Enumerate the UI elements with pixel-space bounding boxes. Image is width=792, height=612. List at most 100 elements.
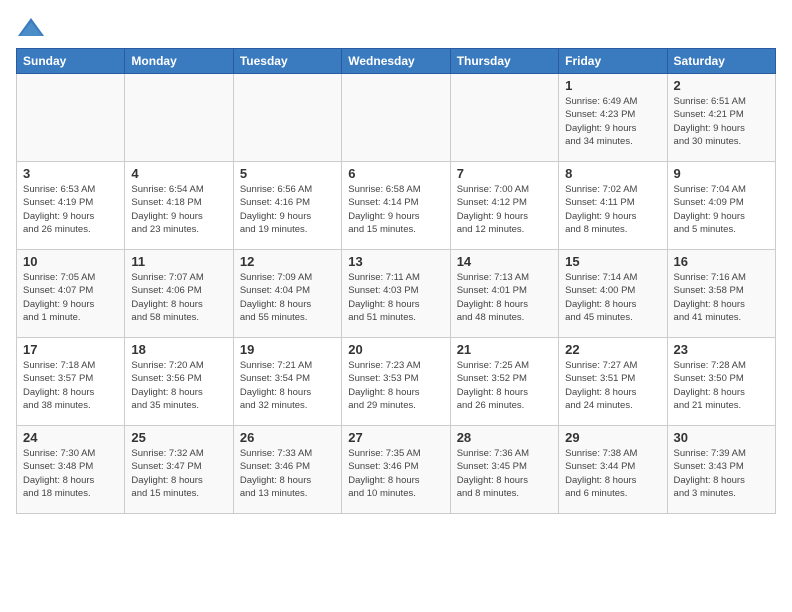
logo [16,16,50,40]
day-number: 22 [565,342,660,357]
day-info: Sunrise: 7:02 AM Sunset: 4:11 PM Dayligh… [565,183,660,236]
day-number: 26 [240,430,335,445]
day-info: Sunrise: 7:27 AM Sunset: 3:51 PM Dayligh… [565,359,660,412]
day-number: 8 [565,166,660,181]
calendar-cell: 9 Sunrise: 7:04 AM Sunset: 4:09 PM Daylig… [667,162,775,250]
calendar-cell: 3 Sunrise: 6:53 AM Sunset: 4:19 PM Daylig… [17,162,125,250]
day-number: 12 [240,254,335,269]
day-info: Sunrise: 7:20 AM Sunset: 3:56 PM Dayligh… [131,359,226,412]
day-info: Sunrise: 6:54 AM Sunset: 4:18 PM Dayligh… [131,183,226,236]
day-number: 4 [131,166,226,181]
calendar-cell: 19 Sunrise: 7:21 AM Sunset: 3:54 PM Dayli… [233,338,341,426]
calendar-cell: 6 Sunrise: 6:58 AM Sunset: 4:14 PM Daylig… [342,162,450,250]
calendar-cell: 15 Sunrise: 7:14 AM Sunset: 4:00 PM Dayli… [559,250,667,338]
weekday-header-monday: Monday [125,49,233,74]
day-info: Sunrise: 7:30 AM Sunset: 3:48 PM Dayligh… [23,447,118,500]
day-info: Sunrise: 7:14 AM Sunset: 4:00 PM Dayligh… [565,271,660,324]
day-info: Sunrise: 7:16 AM Sunset: 3:58 PM Dayligh… [674,271,769,324]
calendar-cell: 25Sunrise: 7:32 AM Sunset: 3:47 PM Dayli… [125,426,233,514]
week-row-3: 10 Sunrise: 7:05 AM Sunset: 4:07 PM Dayli… [17,250,776,338]
calendar-cell: 7 Sunrise: 7:00 AM Sunset: 4:12 PM Daylig… [450,162,558,250]
day-number: 15 [565,254,660,269]
weekday-header-saturday: Saturday [667,49,775,74]
calendar-cell: 18 Sunrise: 7:20 AM Sunset: 3:56 PM Dayli… [125,338,233,426]
calendar-cell [342,74,450,162]
day-info: Sunrise: 7:32 AM Sunset: 3:47 PM Dayligh… [131,447,226,500]
calendar-cell: 11 Sunrise: 7:07 AM Sunset: 4:06 PM Dayli… [125,250,233,338]
header [16,16,776,40]
calendar-cell: 22 Sunrise: 7:27 AM Sunset: 3:51 PM Dayli… [559,338,667,426]
calendar-cell: 30Sunrise: 7:39 AM Sunset: 3:43 PM Dayli… [667,426,775,514]
weekday-header-thursday: Thursday [450,49,558,74]
day-number: 9 [674,166,769,181]
day-number: 27 [348,430,443,445]
calendar-cell: 29Sunrise: 7:38 AM Sunset: 3:44 PM Dayli… [559,426,667,514]
calendar-cell [233,74,341,162]
day-number: 10 [23,254,118,269]
calendar-cell: 1Sunrise: 6:49 AM Sunset: 4:23 PM Daylig… [559,74,667,162]
day-number: 19 [240,342,335,357]
day-number: 21 [457,342,552,357]
day-info: Sunrise: 7:07 AM Sunset: 4:06 PM Dayligh… [131,271,226,324]
day-number: 6 [348,166,443,181]
calendar-body: 1Sunrise: 6:49 AM Sunset: 4:23 PM Daylig… [17,74,776,514]
calendar-cell: 27 Sunrise: 7:35 AM Sunset: 3:46 PM Dayli… [342,426,450,514]
day-number: 16 [674,254,769,269]
calendar-cell: 17 Sunrise: 7:18 AM Sunset: 3:57 PM Dayli… [17,338,125,426]
calendar-cell: 5 Sunrise: 6:56 AM Sunset: 4:16 PM Daylig… [233,162,341,250]
day-number: 28 [457,430,552,445]
day-number: 13 [348,254,443,269]
day-info: Sunrise: 7:35 AM Sunset: 3:46 PM Dayligh… [348,447,443,500]
day-number: 20 [348,342,443,357]
day-number: 11 [131,254,226,269]
weekday-header-sunday: Sunday [17,49,125,74]
calendar-cell: 16 Sunrise: 7:16 AM Sunset: 3:58 PM Dayli… [667,250,775,338]
day-number: 5 [240,166,335,181]
day-number: 18 [131,342,226,357]
day-info: Sunrise: 6:51 AM Sunset: 4:21 PM Dayligh… [674,95,769,148]
day-info: Sunrise: 7:18 AM Sunset: 3:57 PM Dayligh… [23,359,118,412]
calendar-cell: 24 Sunrise: 7:30 AM Sunset: 3:48 PM Dayli… [17,426,125,514]
day-info: Sunrise: 7:11 AM Sunset: 4:03 PM Dayligh… [348,271,443,324]
calendar-cell [125,74,233,162]
week-row-1: 1Sunrise: 6:49 AM Sunset: 4:23 PM Daylig… [17,74,776,162]
logo-icon [16,16,46,40]
week-row-5: 24 Sunrise: 7:30 AM Sunset: 3:48 PM Dayli… [17,426,776,514]
calendar-cell: 28 Sunrise: 7:36 AM Sunset: 3:45 PM Dayli… [450,426,558,514]
day-info: Sunrise: 7:23 AM Sunset: 3:53 PM Dayligh… [348,359,443,412]
day-info: Sunrise: 6:53 AM Sunset: 4:19 PM Dayligh… [23,183,118,236]
day-info: Sunrise: 7:25 AM Sunset: 3:52 PM Dayligh… [457,359,552,412]
calendar-cell: 10 Sunrise: 7:05 AM Sunset: 4:07 PM Dayli… [17,250,125,338]
day-number: 2 [674,78,769,93]
calendar-cell: 26Sunrise: 7:33 AM Sunset: 3:46 PM Dayli… [233,426,341,514]
day-info: Sunrise: 6:56 AM Sunset: 4:16 PM Dayligh… [240,183,335,236]
calendar-cell [17,74,125,162]
day-info: Sunrise: 6:49 AM Sunset: 4:23 PM Dayligh… [565,95,660,148]
weekday-header-wednesday: Wednesday [342,49,450,74]
calendar-cell: 4 Sunrise: 6:54 AM Sunset: 4:18 PM Daylig… [125,162,233,250]
calendar-cell: 12 Sunrise: 7:09 AM Sunset: 4:04 PM Dayli… [233,250,341,338]
day-number: 24 [23,430,118,445]
weekday-header-row: SundayMondayTuesdayWednesdayThursdayFrid… [17,49,776,74]
calendar-cell: 2 Sunrise: 6:51 AM Sunset: 4:21 PM Daylig… [667,74,775,162]
calendar-cell: 21 Sunrise: 7:25 AM Sunset: 3:52 PM Dayli… [450,338,558,426]
day-info: Sunrise: 7:04 AM Sunset: 4:09 PM Dayligh… [674,183,769,236]
day-number: 17 [23,342,118,357]
day-number: 14 [457,254,552,269]
day-info: Sunrise: 7:05 AM Sunset: 4:07 PM Dayligh… [23,271,118,324]
day-number: 23 [674,342,769,357]
day-info: Sunrise: 6:58 AM Sunset: 4:14 PM Dayligh… [348,183,443,236]
weekday-header-friday: Friday [559,49,667,74]
day-number: 7 [457,166,552,181]
day-number: 29 [565,430,660,445]
day-info: Sunrise: 7:21 AM Sunset: 3:54 PM Dayligh… [240,359,335,412]
calendar-cell: 23Sunrise: 7:28 AM Sunset: 3:50 PM Dayli… [667,338,775,426]
calendar-cell: 14Sunrise: 7:13 AM Sunset: 4:01 PM Dayli… [450,250,558,338]
day-info: Sunrise: 7:00 AM Sunset: 4:12 PM Dayligh… [457,183,552,236]
day-info: Sunrise: 7:36 AM Sunset: 3:45 PM Dayligh… [457,447,552,500]
day-number: 3 [23,166,118,181]
day-info: Sunrise: 7:09 AM Sunset: 4:04 PM Dayligh… [240,271,335,324]
calendar-table: SundayMondayTuesdayWednesdayThursdayFrid… [16,48,776,514]
weekday-header-tuesday: Tuesday [233,49,341,74]
calendar-cell [450,74,558,162]
